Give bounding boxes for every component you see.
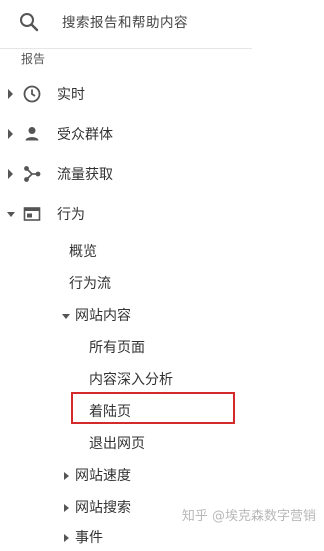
sub-label-site-content: 网站内容 — [75, 308, 131, 324]
sub-label-content-drilldown: 内容深入分析 — [89, 372, 173, 388]
sub-group-site-search[interactable]: 网站搜索 — [61, 497, 181, 521]
nav-item-acquisition[interactable]: 流量获取 — [0, 160, 300, 188]
sub-label-site-search: 网站搜索 — [75, 500, 131, 516]
nav-item-behavior[interactable]: 行为 — [0, 200, 300, 228]
nav-label-behavior: 行为 — [57, 207, 85, 223]
clock-icon — [23, 85, 41, 103]
caret-right-icon — [64, 472, 69, 480]
sub-label-behavior-flow: 行为流 — [69, 276, 111, 292]
caret-right-icon — [64, 504, 69, 512]
search-bar[interactable]: 搜索报告和帮助内容 — [0, 0, 252, 49]
caret-right-icon — [8, 89, 13, 99]
sub-group-site-speed[interactable]: 网站速度 — [61, 465, 181, 489]
sub-label-all-pages: 所有页面 — [89, 340, 145, 356]
nav-label-realtime: 实时 — [57, 87, 85, 103]
search-icon — [20, 13, 39, 32]
sub-group-site-content[interactable]: 网站内容 — [61, 305, 181, 329]
reports-section-label: 报告 — [21, 52, 46, 66]
nav-item-audience[interactable]: 受众群体 — [0, 120, 300, 148]
person-icon — [25, 127, 39, 141]
sub-label-exit-pages: 退出网页 — [89, 436, 145, 452]
caret-down-icon — [62, 314, 70, 319]
nav-label-acquisition: 流量获取 — [57, 167, 113, 183]
sub-label-overview: 概览 — [69, 244, 97, 260]
sub-group-events[interactable]: 事件 — [61, 527, 181, 551]
caret-right-icon — [64, 534, 69, 542]
sub-label-site-speed: 网站速度 — [75, 468, 131, 484]
nav-label-audience: 受众群体 — [57, 127, 113, 143]
watermark: 知乎 @埃克森数字营销 — [181, 509, 316, 524]
sub-label-events: 事件 — [75, 530, 103, 546]
caret-right-icon — [8, 129, 13, 139]
search-placeholder: 搜索报告和帮助内容 — [62, 15, 188, 31]
caret-right-icon — [8, 169, 13, 179]
behavior-window-icon — [23, 207, 41, 221]
caret-down-icon — [7, 212, 15, 217]
nav-item-realtime[interactable]: 实时 — [0, 80, 300, 108]
highlight-box — [71, 392, 235, 424]
acquisition-icon — [24, 166, 41, 182]
